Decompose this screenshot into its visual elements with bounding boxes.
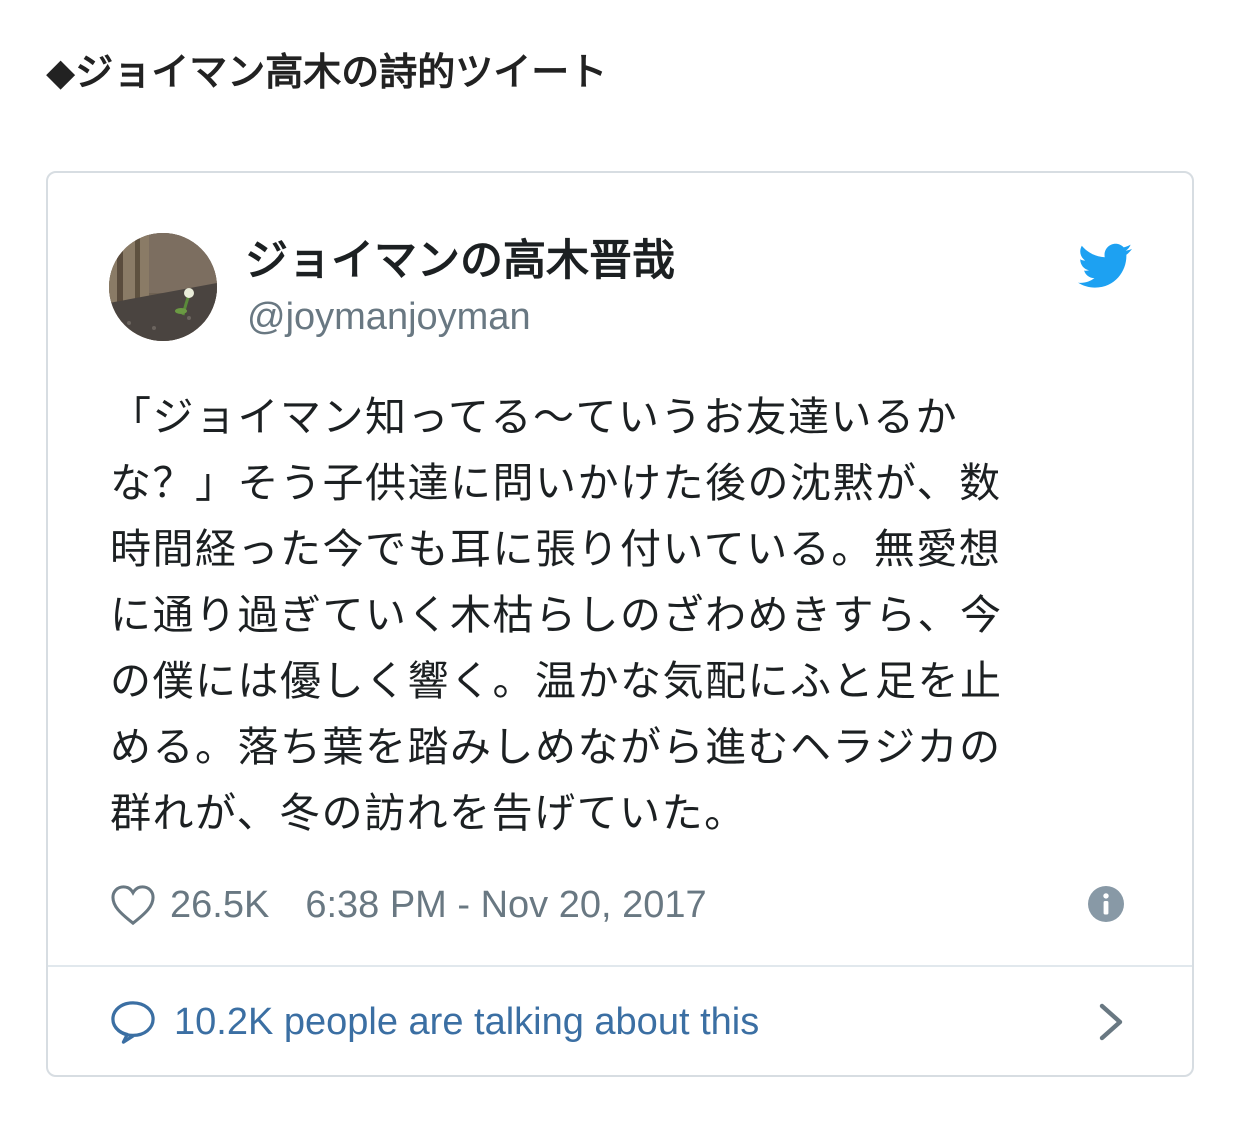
tweet-meta: 26.5K 6:38 PM - Nov 20, 2017 — [110, 879, 1130, 931]
like-count[interactable]: 26.5K — [170, 884, 269, 927]
conversation-link[interactable]: 10.2K people are talking about this — [110, 993, 1130, 1051]
section-heading: ◆ジョイマン高木の詩的ツイート — [46, 50, 608, 94]
tweet-card[interactable]: ジョイマンの高木晋哉 @joymanjoyman 「ジョイマン知ってる〜ていうお… — [46, 171, 1194, 1077]
chevron-right-icon[interactable] — [1098, 1002, 1124, 1042]
user-handle[interactable]: @joymanjoyman — [247, 291, 531, 343]
avatar-image — [109, 233, 217, 341]
card-divider — [48, 965, 1192, 967]
info-icon[interactable] — [1088, 886, 1124, 922]
heart-icon[interactable] — [110, 884, 156, 926]
conversation-count-label[interactable]: 10.2K people are talking about this — [174, 1001, 759, 1044]
display-name[interactable]: ジョイマンの高木晋哉 — [245, 231, 675, 291]
avatar[interactable] — [109, 233, 217, 341]
tweet-text: 「ジョイマン知ってる〜ていうお友達いるか な？」そう子供達に問いかけた後の沈黙が… — [110, 393, 1003, 837]
speech-bubble-icon — [111, 1001, 155, 1044]
tweet-timestamp[interactable]: 6:38 PM - Nov 20, 2017 — [305, 884, 706, 927]
twitter-bird-icon[interactable] — [1078, 243, 1132, 289]
